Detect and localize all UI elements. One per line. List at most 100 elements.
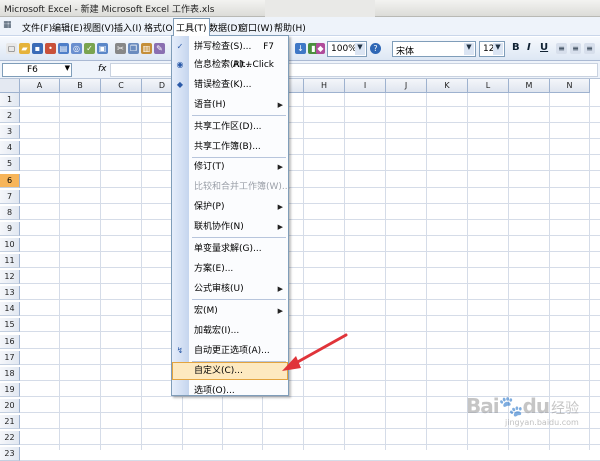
column-header[interactable]: L	[468, 79, 509, 93]
column-header[interactable]: B	[60, 79, 101, 93]
tools-menu-item[interactable]: 信息检索(R)... ◉ Alt+Click	[172, 56, 288, 74]
row-header[interactable]: 17	[0, 350, 20, 365]
tools-menu-item[interactable]: 自动更正选项(A)... ↯	[172, 342, 288, 360]
print-icon[interactable]: ▤	[58, 43, 69, 54]
column-header[interactable]: A	[20, 79, 60, 93]
row-header[interactable]: 8	[0, 205, 20, 220]
row-header[interactable]: 18	[0, 366, 20, 381]
align-center-icon[interactable]: ≡	[570, 43, 581, 54]
tools-menu-item[interactable]: 方案(E)...	[172, 260, 288, 278]
font-name-select[interactable]: 宋体 ▼	[392, 41, 476, 57]
tools-menu-item[interactable]: 宏(M) ▶	[172, 302, 288, 320]
tools-menu-item[interactable]: 错误检查(K)... ◆	[172, 76, 288, 94]
column-header[interactable]: N	[550, 79, 590, 93]
new-icon[interactable]: ▢	[6, 43, 17, 54]
tools-menu-item[interactable]: 保护(P) ▶	[172, 198, 288, 216]
tools-menu-item[interactable]: 加载宏(I)...	[172, 322, 288, 340]
grid-row-line	[20, 331, 600, 333]
column-header[interactable]: M	[509, 79, 550, 93]
italic-button[interactable]: I	[527, 42, 531, 53]
print-preview-icon[interactable]: ◎	[71, 43, 82, 54]
menu-tools[interactable]: 工具(T)	[173, 18, 210, 36]
row-header[interactable]: 5	[0, 157, 20, 172]
tools-menu-item-label: 修订(T)	[194, 162, 225, 172]
name-box[interactable]: F6 ▼	[2, 63, 72, 77]
row-header[interactable]: 1	[0, 93, 20, 107]
row-header[interactable]: 4	[0, 141, 20, 156]
row-header[interactable]: 23	[0, 447, 20, 461]
row-header[interactable]: 10	[0, 237, 20, 252]
research-icon[interactable]: ▣	[97, 43, 108, 54]
tools-menu-item-label: 保护(P)	[194, 202, 225, 212]
column-header[interactable]: K	[427, 79, 468, 93]
row-header[interactable]: 13	[0, 286, 20, 301]
spelling-icon[interactable]: ✓	[84, 43, 95, 54]
column-header[interactable]: J	[386, 79, 427, 93]
align-left-icon[interactable]: ≡	[556, 43, 567, 54]
name-box-dropdown-icon[interactable]: ▼	[65, 64, 70, 72]
row-header[interactable]: 20	[0, 398, 20, 413]
underline-button[interactable]: U	[540, 42, 548, 53]
drawing-icon[interactable]: ◆	[316, 43, 325, 54]
baidu-watermark: Bai🐾du 经验	[466, 394, 579, 418]
column-header[interactable]: H	[304, 79, 345, 93]
tools-menu-item-label: 自动更正选项(A)...	[194, 346, 270, 356]
tools-menu-item[interactable]: 共享工作簿(B)...	[172, 138, 288, 156]
tools-menu-item[interactable]: 语音(H) ▶	[172, 96, 288, 114]
open-icon[interactable]: ▰	[19, 43, 30, 54]
tools-menu-item[interactable]: 拼写检查(S)... ✓ F7	[172, 38, 288, 56]
row-header[interactable]: 6	[0, 173, 20, 188]
copy-icon[interactable]: ❐	[128, 43, 139, 54]
row-header[interactable]: 2	[0, 109, 20, 124]
submenu-arrow-icon: ▶	[277, 285, 283, 293]
tools-menu-item-label: 单变量求解(G)...	[194, 244, 262, 254]
tools-menu-item[interactable]: 共享工作区(D)...	[172, 118, 288, 136]
row-header[interactable]: 9	[0, 221, 20, 236]
sort-descending-icon[interactable]: ↓	[295, 43, 306, 54]
zoom-select[interactable]: 100% ▼	[327, 41, 367, 57]
tools-menu-item[interactable]: 单变量求解(G)...	[172, 240, 288, 258]
column-header[interactable]: C	[101, 79, 142, 93]
paste-icon[interactable]: ▥	[141, 43, 152, 54]
save-icon[interactable]: ▪	[32, 43, 43, 54]
row-header[interactable]: 15	[0, 318, 20, 333]
grid-row-line	[20, 283, 600, 285]
insert-function-icon[interactable]: fx	[98, 64, 107, 74]
row-header[interactable]: 7	[0, 189, 20, 204]
row-header[interactable]: 21	[0, 415, 20, 429]
font-size-select[interactable]: 12 ▼	[479, 41, 505, 57]
row-header[interactable]: 11	[0, 254, 20, 268]
menu-window[interactable]: 窗口(W)	[237, 19, 275, 34]
menu-help[interactable]: 帮助(H)	[272, 19, 308, 34]
select-all-corner[interactable]	[0, 79, 20, 93]
row-header[interactable]: 3	[0, 125, 20, 140]
align-right-icon[interactable]: ≡	[584, 43, 595, 54]
submenu-arrow-icon: ▶	[277, 223, 283, 231]
excel-app-icon[interactable]: ▦	[3, 20, 15, 33]
menu-edit[interactable]: 编辑(E)	[50, 19, 85, 34]
tools-menu-item[interactable]: 选项(O)...	[172, 382, 288, 400]
row-header[interactable]: 12	[0, 270, 20, 285]
row-header[interactable]: 16	[0, 334, 20, 349]
permission-icon[interactable]: •	[45, 43, 56, 54]
row-header[interactable]: 22	[0, 431, 20, 446]
help-icon[interactable]: ?	[370, 43, 381, 54]
font-name-dropdown-icon[interactable]: ▼	[464, 43, 474, 55]
title-bar: Microsoft Excel - 新建 Microsoft Excel 工作表…	[0, 0, 600, 17]
column-header[interactable]: I	[345, 79, 386, 93]
tools-menu-item[interactable]: 联机协作(N) ▶	[172, 218, 288, 236]
row-header[interactable]: 14	[0, 302, 20, 317]
font-size-dropdown-icon[interactable]: ▼	[493, 43, 503, 55]
cut-icon[interactable]: ✂	[115, 43, 126, 54]
menu-insert[interactable]: 插入(I)	[112, 19, 144, 34]
tools-menu-item[interactable]: 自定义(C)...	[172, 362, 288, 380]
menu-view[interactable]: 视图(V)	[81, 19, 116, 34]
tools-menu-item-label: 加载宏(I)...	[194, 326, 240, 336]
row-header[interactable]: 19	[0, 382, 20, 397]
submenu-arrow-icon: ▶	[277, 307, 283, 315]
bold-button[interactable]: B	[512, 42, 520, 53]
format-painter-icon[interactable]: ✎	[154, 43, 165, 54]
tools-menu-item[interactable]: 公式审核(U) ▶	[172, 280, 288, 298]
tools-menu-item[interactable]: 修订(T) ▶	[172, 158, 288, 176]
zoom-dropdown-icon[interactable]: ▼	[355, 43, 365, 55]
